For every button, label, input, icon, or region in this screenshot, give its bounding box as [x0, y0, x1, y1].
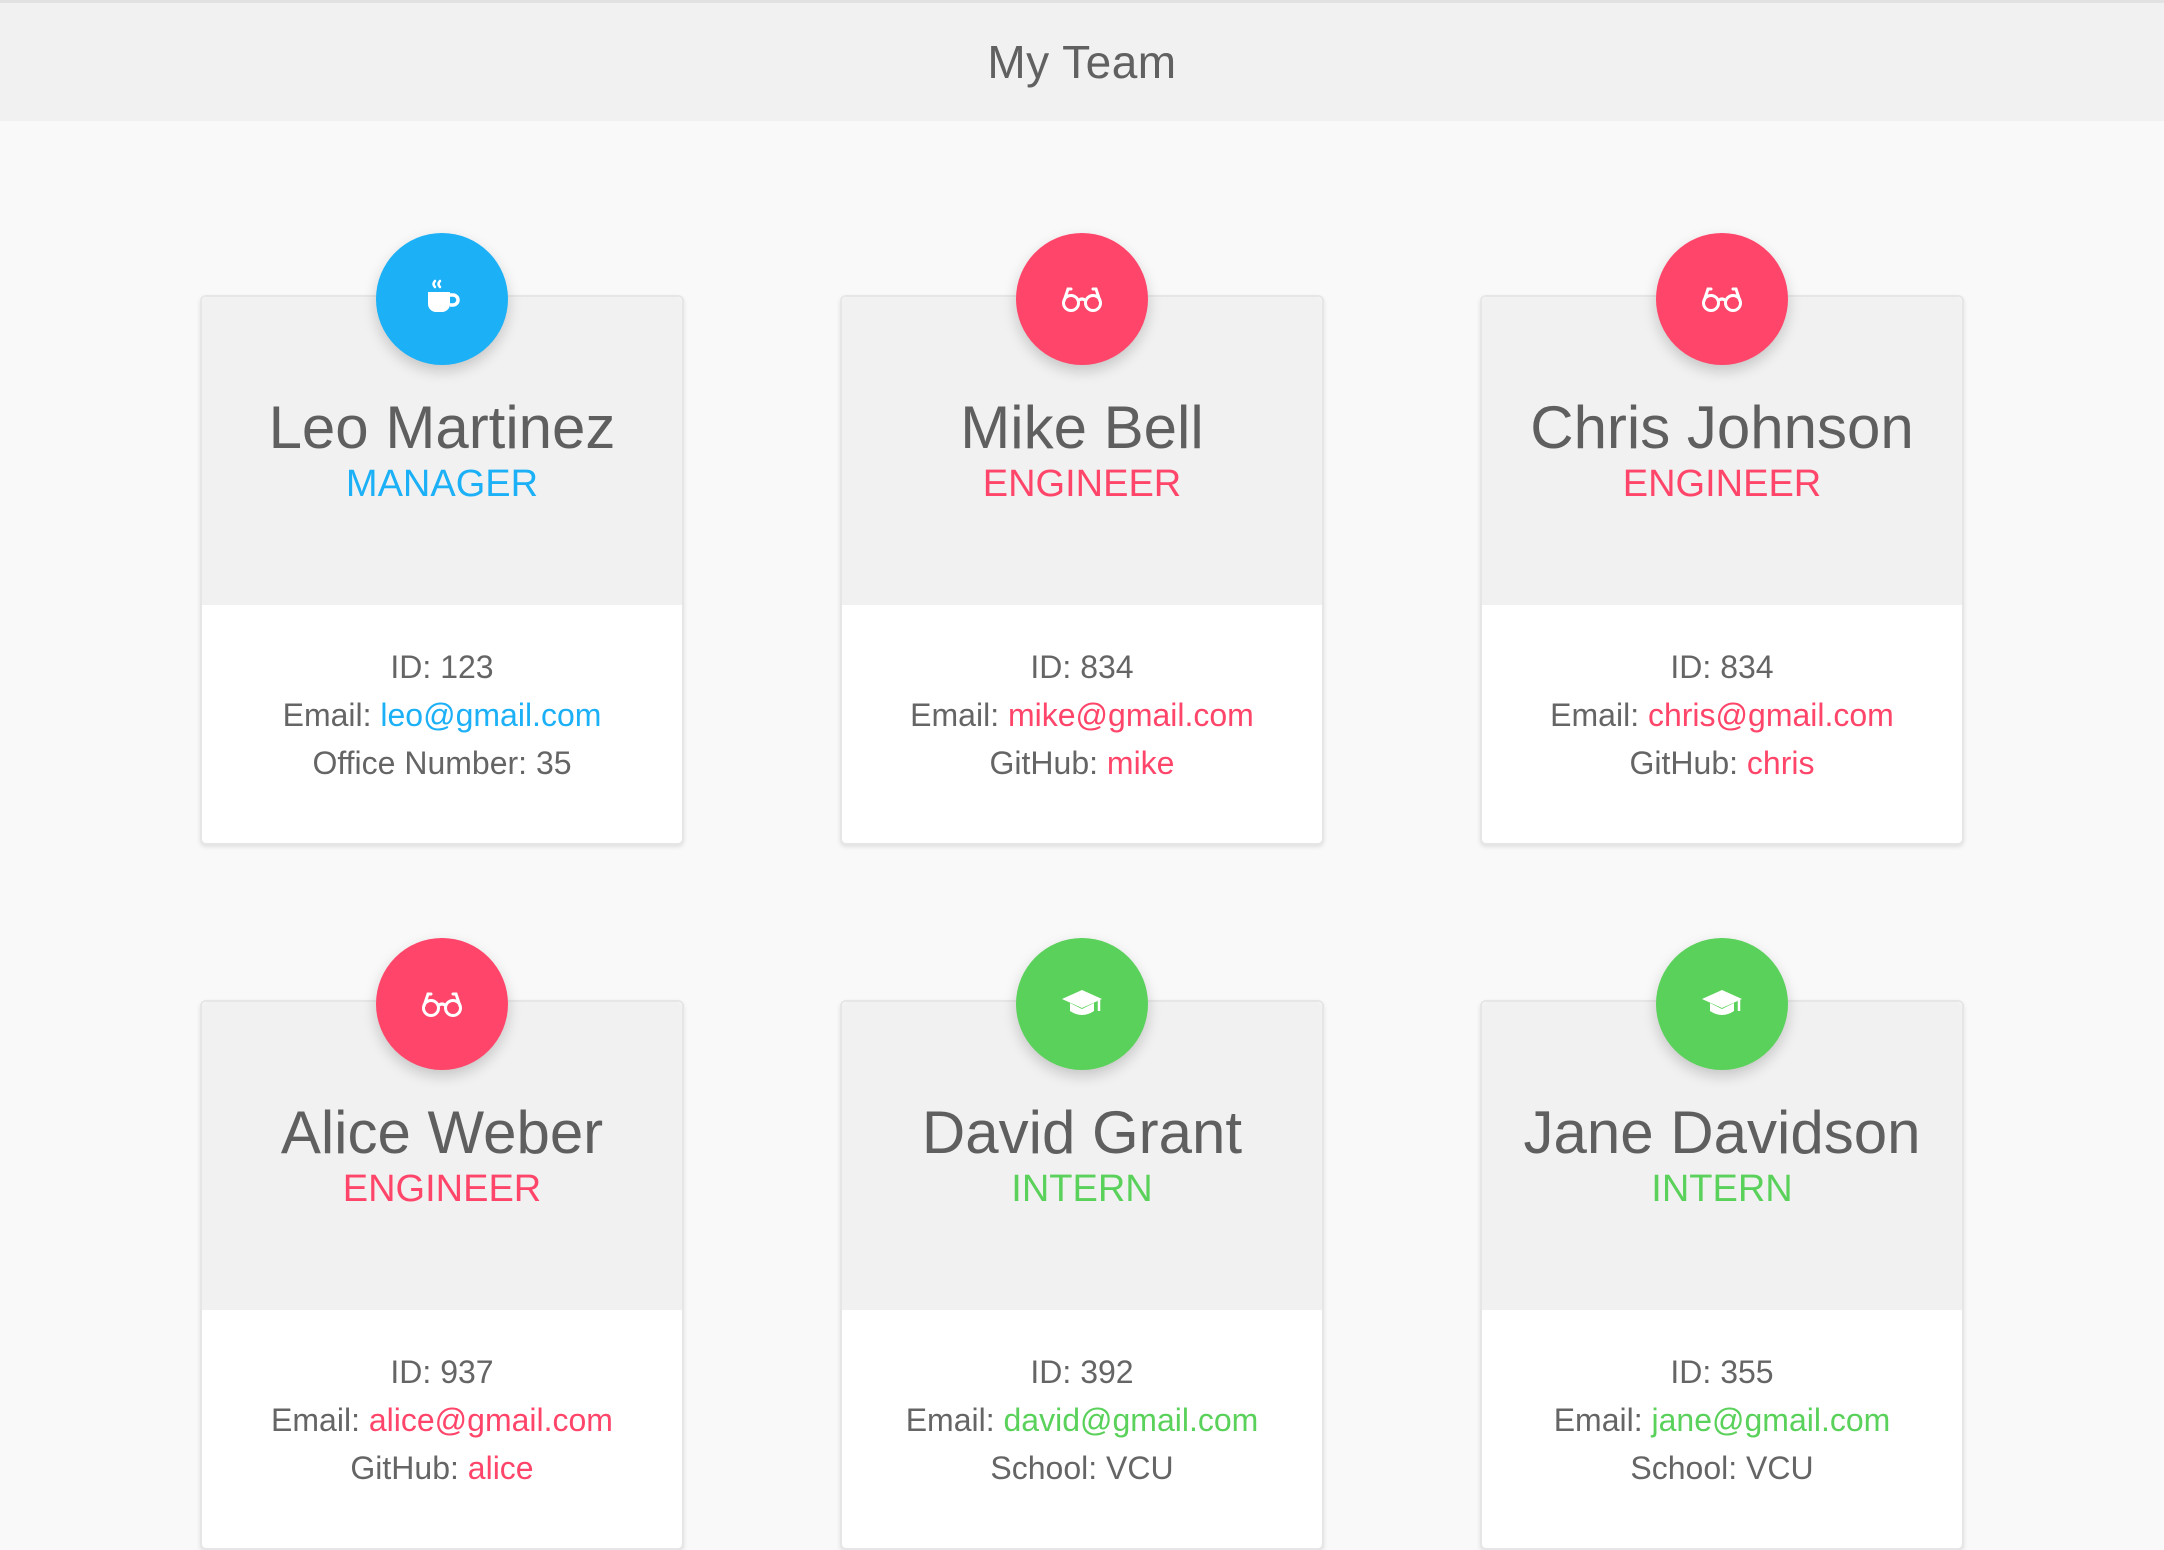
github-label: GitHub: [1629, 745, 1747, 781]
id-value: 123 [440, 649, 494, 685]
email-row: Email: alice@gmail.com [202, 1396, 682, 1444]
page-header: My Team [0, 0, 2164, 121]
coffee-icon [422, 279, 462, 319]
employee-card-intern: Jane Davidson INTERN ID: 355 Email: jane… [1480, 938, 1964, 1550]
school-label: School: [990, 1450, 1107, 1486]
email-label: Email: [1550, 697, 1648, 733]
glasses-icon [1700, 284, 1744, 314]
email-link[interactable]: alice@gmail.com [369, 1402, 613, 1438]
github-label: GitHub: [989, 745, 1107, 781]
role-avatar [1016, 233, 1148, 365]
role-avatar [1656, 233, 1788, 365]
employee-card-manager: Leo Martinez MANAGER ID: 123 Email: leo@… [200, 233, 684, 845]
employee-role: INTERN [1651, 1168, 1793, 1210]
id-row: ID: 834 [1482, 643, 1962, 691]
role-avatar [376, 233, 508, 365]
email-row: Email: david@gmail.com [842, 1396, 1322, 1444]
employee-name: Chris Johnson [1530, 394, 1914, 461]
github-row: GitHub: alice [202, 1444, 682, 1492]
office-label: Office Number: [312, 745, 536, 781]
employee-card-engineer: Mike Bell ENGINEER ID: 834 Email: mike@g… [840, 233, 1324, 845]
role-avatar [1016, 938, 1148, 1070]
email-link[interactable]: mike@gmail.com [1008, 697, 1254, 733]
glasses-icon [1060, 284, 1104, 314]
email-label: Email: [282, 697, 381, 733]
employee-card-engineer: Chris Johnson ENGINEER ID: 834 Email: ch… [1480, 233, 1964, 845]
employee-role: ENGINEER [1622, 463, 1822, 505]
graduation-cap-icon [1060, 987, 1104, 1021]
employee-role: ENGINEER [982, 463, 1182, 505]
role-avatar [376, 938, 508, 1070]
email-label: Email: [910, 697, 1008, 733]
email-link[interactable]: david@gmail.com [1004, 1402, 1259, 1438]
id-label: ID: [390, 1354, 441, 1390]
employee-role: MANAGER [345, 463, 539, 505]
github-link[interactable]: alice [468, 1450, 534, 1486]
email-row: Email: chris@gmail.com [1482, 691, 1962, 739]
school-value: VCU [1106, 1450, 1174, 1486]
employee-role: ENGINEER [342, 1168, 542, 1210]
email-link[interactable]: chris@gmail.com [1648, 697, 1894, 733]
employee-role: INTERN [1011, 1168, 1153, 1210]
school-row: School: VCU [842, 1444, 1322, 1492]
id-value: 834 [1720, 649, 1774, 685]
school-value: VCU [1746, 1450, 1814, 1486]
employee-name: David Grant [921, 1099, 1243, 1166]
id-value: 355 [1720, 1354, 1774, 1390]
github-row: GitHub: mike [842, 739, 1322, 787]
id-label: ID: [1670, 1354, 1721, 1390]
email-label: Email: [1553, 1402, 1652, 1438]
email-label: Email: [905, 1402, 1004, 1438]
glasses-icon [420, 989, 464, 1019]
email-label: Email: [271, 1402, 369, 1438]
employee-details: ID: 355 Email: jane@gmail.com School: VC… [1482, 1348, 1962, 1492]
github-row: GitHub: chris [1482, 739, 1962, 787]
id-label: ID: [1030, 1354, 1081, 1390]
id-row: ID: 355 [1482, 1348, 1962, 1396]
employee-details: ID: 937 Email: alice@gmail.com GitHub: a… [202, 1348, 682, 1492]
employee-details: ID: 123 Email: leo@gmail.com Office Numb… [202, 643, 682, 787]
employee-card-intern: David Grant INTERN ID: 392 Email: david@… [840, 938, 1324, 1550]
id-value: 392 [1080, 1354, 1134, 1390]
email-row: Email: leo@gmail.com [202, 691, 682, 739]
email-row: Email: jane@gmail.com [1482, 1396, 1962, 1444]
employee-details: ID: 834 Email: chris@gmail.com GitHub: c… [1482, 643, 1962, 787]
employee-name: Mike Bell [960, 394, 1204, 461]
graduation-cap-icon [1700, 987, 1744, 1021]
employee-details: ID: 834 Email: mike@gmail.com GitHub: mi… [842, 643, 1322, 787]
id-value: 834 [1080, 649, 1134, 685]
id-row: ID: 834 [842, 643, 1322, 691]
id-label: ID: [1030, 649, 1081, 685]
employee-name: Leo Martinez [268, 394, 616, 461]
email-row: Email: mike@gmail.com [842, 691, 1322, 739]
role-avatar [1656, 938, 1788, 1070]
school-label: School: [1630, 1450, 1747, 1486]
email-link[interactable]: leo@gmail.com [380, 697, 601, 733]
employee-name: Jane Davidson [1523, 1099, 1921, 1166]
github-link[interactable]: mike [1107, 745, 1175, 781]
id-value: 937 [440, 1354, 494, 1390]
id-label: ID: [390, 649, 441, 685]
page-title: My Team [987, 36, 1177, 88]
id-row: ID: 123 [202, 643, 682, 691]
employee-name: Alice Weber [280, 1099, 604, 1166]
employee-card-engineer: Alice Weber ENGINEER ID: 937 Email: alic… [200, 938, 684, 1550]
email-link[interactable]: jane@gmail.com [1652, 1402, 1891, 1438]
employee-details: ID: 392 Email: david@gmail.com School: V… [842, 1348, 1322, 1492]
office-value: 35 [535, 745, 572, 781]
github-link[interactable]: chris [1747, 745, 1815, 781]
id-row: ID: 392 [842, 1348, 1322, 1396]
id-label: ID: [1670, 649, 1721, 685]
office-row: Office Number: 35 [202, 739, 682, 787]
school-row: School: VCU [1482, 1444, 1962, 1492]
id-row: ID: 937 [202, 1348, 682, 1396]
github-label: GitHub: [350, 1450, 468, 1486]
